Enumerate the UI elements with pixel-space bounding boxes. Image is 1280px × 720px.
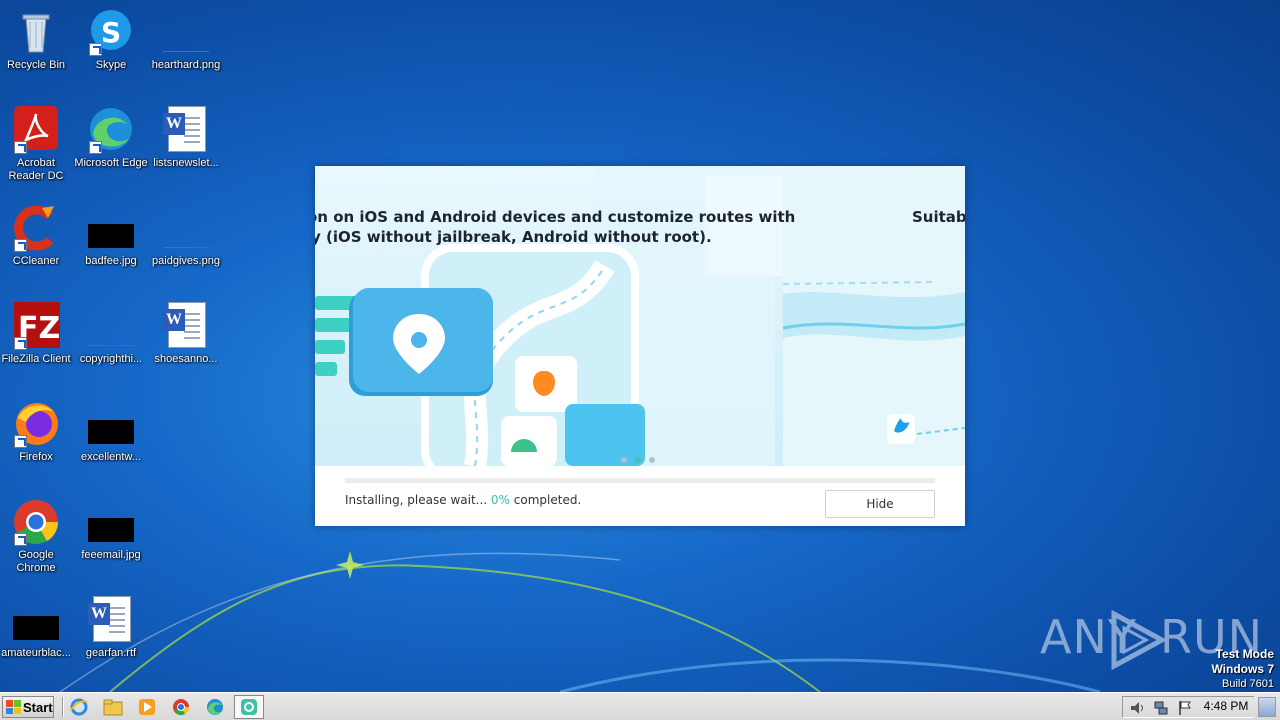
- shortcut-arrow-icon: [14, 239, 27, 252]
- installer-banner-carousel: on on iOS and Android devices and custom…: [315, 166, 965, 466]
- shortcut-arrow-icon: [89, 141, 102, 154]
- chrome-icon[interactable]: [170, 697, 192, 717]
- hide-button[interactable]: Hide: [825, 490, 935, 518]
- action-center-flag-icon[interactable]: [1177, 700, 1193, 716]
- image-file-icon: [87, 400, 135, 448]
- wallpaper-sparkle: [336, 551, 364, 579]
- desktop-icon-excellentw[interactable]: excellentw...: [73, 400, 149, 464]
- firefox-icon: [12, 400, 60, 448]
- installer-app-icon: [241, 699, 257, 715]
- filezilla-icon: FZ: [12, 302, 60, 350]
- desktop-icon-filezilla[interactable]: FZ FileZilla Client: [0, 302, 74, 366]
- desktop-icon-acrobat[interactable]: Acrobat Reader DC: [0, 106, 74, 183]
- carousel-dot-1[interactable]: [621, 457, 627, 463]
- carousel-dot-2[interactable]: [635, 457, 641, 463]
- desktop-icon-chrome[interactable]: Google Chrome: [0, 498, 74, 575]
- taskbar-clock[interactable]: 4:48 PM: [1200, 699, 1252, 713]
- desktop-icon-feeemail[interactable]: feeemail.jpg: [73, 498, 149, 562]
- banner-headline-line2: y (iOS without jailbreak, Android withou…: [315, 228, 712, 246]
- acrobat-icon: [12, 106, 60, 154]
- skype-icon: S: [87, 8, 135, 56]
- shortcut-arrow-icon: [14, 141, 27, 154]
- banner-headline-line1: on on iOS and Android devices and custom…: [315, 208, 796, 226]
- desktop-icon-badfee[interactable]: badfee.jpg: [73, 204, 149, 268]
- image-file-icon: [87, 498, 135, 546]
- image-file-icon: [12, 596, 60, 644]
- install-progress-bar: [345, 478, 935, 483]
- edge-icon[interactable]: [204, 697, 226, 717]
- word-document-icon: W: [87, 596, 135, 644]
- desktop-icon-copyrighthi[interactable]: copyrighthi...: [73, 302, 149, 366]
- taskbar: Start 4:48 PM: [0, 692, 1280, 720]
- install-status-text: Installing, please wait... 0% completed.: [345, 493, 582, 507]
- desktop-icon-skype[interactable]: S Skype: [73, 8, 149, 72]
- shortcut-arrow-icon: [89, 43, 102, 56]
- install-progress-percent: 0%: [490, 493, 510, 507]
- desktop-icon-recycle-bin[interactable]: Recycle Bin: [0, 8, 74, 72]
- image-file-icon: [87, 302, 135, 350]
- internet-explorer-icon[interactable]: [68, 697, 90, 717]
- ccleaner-icon: [12, 204, 60, 252]
- desktop-icon-gearfan[interactable]: W gearfan.rtf: [73, 596, 149, 660]
- start-button[interactable]: Start: [2, 696, 54, 718]
- desktop-icon-paidgives[interactable]: paidgives.png: [148, 204, 224, 268]
- desktop-icon-ccleaner[interactable]: CCleaner: [0, 204, 74, 268]
- anyrun-play-logo-icon: [1111, 610, 1166, 670]
- desktop-icon-edge[interactable]: Microsoft Edge: [73, 106, 149, 170]
- media-player-icon[interactable]: [136, 697, 158, 717]
- volume-icon[interactable]: [1129, 700, 1145, 716]
- taskbar-installer-app[interactable]: [234, 695, 264, 719]
- recycle-bin-icon: [12, 8, 60, 56]
- image-file-icon: [162, 8, 210, 56]
- shortcut-arrow-icon: [14, 435, 27, 448]
- shortcut-arrow-icon: [14, 533, 27, 546]
- windows-logo-icon: [6, 700, 21, 714]
- desktop-icon-listsnewslet[interactable]: W listsnewslet...: [148, 106, 224, 170]
- chrome-icon: [12, 498, 60, 546]
- svg-text:S: S: [101, 16, 121, 49]
- edge-icon: [87, 106, 135, 154]
- file-explorer-icon[interactable]: [102, 697, 124, 717]
- installer-window: on on iOS and Android devices and custom…: [315, 166, 965, 526]
- word-document-icon: W: [162, 106, 210, 154]
- desktop-icon-amateurblac[interactable]: amateurblac...: [0, 596, 74, 660]
- taskbar-separator: [62, 697, 64, 717]
- network-icon[interactable]: [1153, 700, 1169, 716]
- desktop-icon-hearthard[interactable]: hearthard.png: [148, 8, 224, 72]
- banner-next-slide-text: Suitabl: [912, 208, 965, 226]
- image-file-icon: [162, 204, 210, 252]
- test-mode-watermark: Test Mode Windows 7 Build 7601: [1211, 647, 1274, 690]
- shortcut-arrow-icon: [14, 337, 27, 350]
- carousel-indicators: [621, 450, 663, 466]
- image-file-icon: [87, 204, 135, 252]
- carousel-dot-3[interactable]: [649, 457, 655, 463]
- show-desktop-button[interactable]: [1258, 697, 1276, 717]
- word-document-icon: W: [162, 302, 210, 350]
- desktop-icon-shoesanno[interactable]: W shoesanno...: [148, 302, 224, 366]
- desktop-icon-firefox[interactable]: Firefox: [0, 400, 74, 464]
- desktop: Recycle Bin Acrobat Reader DC CCleaner F…: [0, 0, 1280, 692]
